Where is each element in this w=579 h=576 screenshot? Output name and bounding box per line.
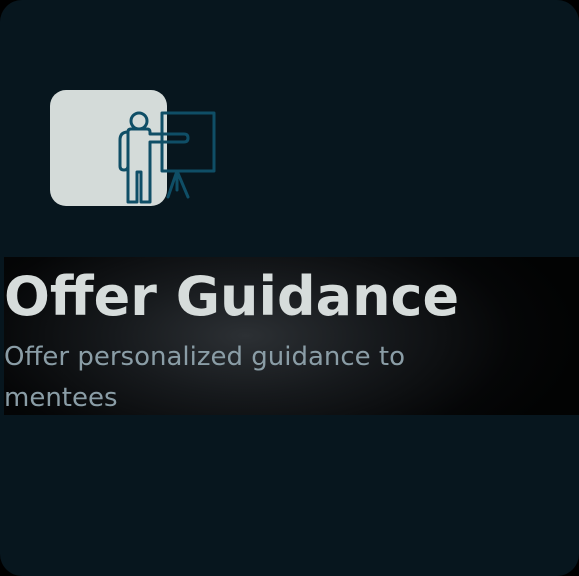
card-text-band: Offer Guidance Offer personalized guidan… [4,257,579,415]
card-description: Offer personalized guidance to mentees [4,342,406,413]
card-icon-container [50,90,225,215]
card-title: Offer Guidance [4,265,460,328]
guidance-card[interactable]: Offer Guidance Offer personalized guidan… [0,0,579,576]
presenter-at-board-icon [118,111,216,204]
